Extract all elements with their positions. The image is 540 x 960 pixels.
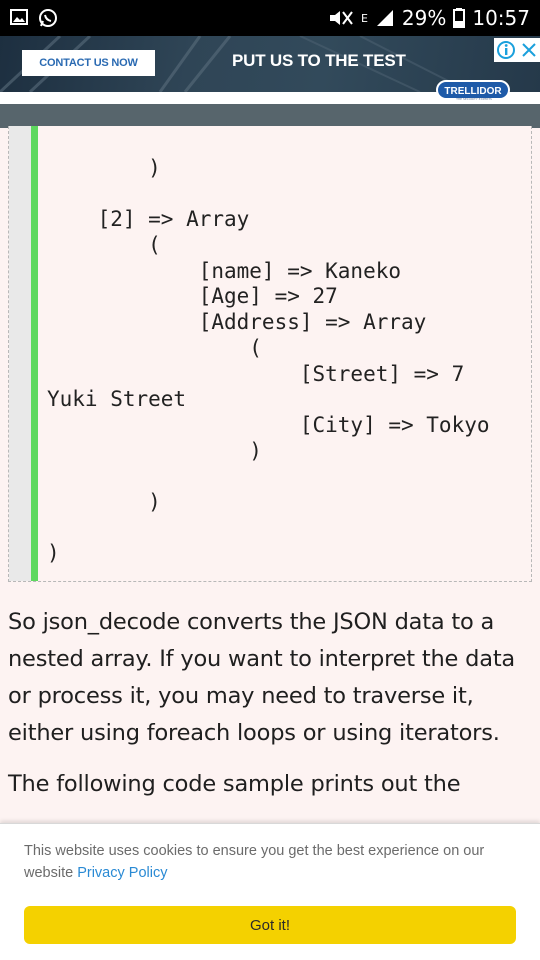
code-block: ) [2] => Array ( [name] => Kaneko [Age] … bbox=[8, 126, 532, 582]
ad-close-icon[interactable] bbox=[518, 38, 540, 62]
mute-icon bbox=[328, 8, 354, 28]
code-content: ) [2] => Array ( [name] => Kaneko [Age] … bbox=[47, 156, 490, 567]
clock: 10:57 bbox=[472, 6, 530, 30]
cookie-banner: This website uses cookies to ensure you … bbox=[0, 823, 540, 960]
gallery-icon bbox=[10, 8, 28, 28]
status-bar: E 29% 10:57 bbox=[0, 0, 540, 36]
ad-info-icon[interactable] bbox=[494, 38, 518, 62]
code-line: [2] => Array bbox=[47, 207, 250, 232]
code-line: ( bbox=[47, 233, 161, 258]
code-line: [City] => Tokyo bbox=[47, 412, 490, 437]
ad-headline: PUT US TO THE TEST bbox=[232, 51, 406, 70]
code-gutter bbox=[9, 126, 31, 581]
network-type: E bbox=[360, 11, 368, 25]
article-body: So json_decode converts the JSON data to… bbox=[8, 604, 532, 817]
article-paragraph: So json_decode converts the JSON data to… bbox=[8, 609, 516, 746]
code-highlight-stripe bbox=[31, 126, 38, 581]
code-line: ) bbox=[47, 156, 161, 180]
battery-percent: 29% bbox=[401, 6, 447, 30]
code-line: [Street] => 7 bbox=[47, 361, 465, 386]
code-line: ) bbox=[47, 489, 161, 514]
battery-icon bbox=[453, 8, 466, 28]
code-line: ) bbox=[47, 438, 262, 463]
article-paragraph: The following code sample prints out the bbox=[8, 771, 461, 797]
ad-tagline: THE SECURITY EXPERTS bbox=[456, 97, 492, 101]
code-line: [Address] => Array bbox=[47, 310, 427, 335]
contact-us-button[interactable]: CONTACT US NOW bbox=[22, 50, 155, 76]
signal-icon bbox=[375, 8, 395, 28]
code-line: ( bbox=[47, 335, 262, 360]
code-line: Yuki Street bbox=[47, 387, 187, 412]
code-line: [Age] => 27 bbox=[47, 284, 338, 309]
privacy-policy-link[interactable]: Privacy Policy bbox=[77, 865, 167, 881]
cookie-accept-button[interactable]: Got it! bbox=[24, 906, 516, 944]
whatsapp-icon bbox=[38, 8, 58, 28]
code-line: [name] => Kaneko bbox=[47, 258, 402, 283]
code-line: ) bbox=[47, 541, 60, 566]
cookie-message: This website uses cookies to ensure you … bbox=[24, 840, 518, 884]
